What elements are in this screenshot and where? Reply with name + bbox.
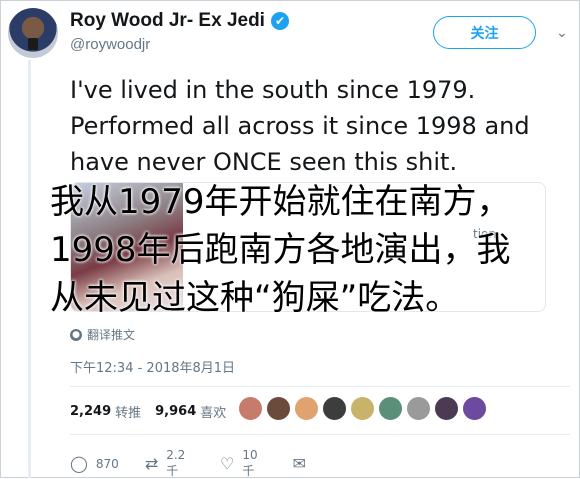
reply-icon: ◯ — [70, 454, 88, 473]
mail-icon: ✉ — [292, 454, 306, 473]
liker-avatar[interactable] — [406, 396, 431, 421]
retweet-count[interactable]: 2,249 — [70, 404, 111, 419]
divider — [70, 434, 570, 435]
translation-overlay: 我从1979年开始就住在南方， 1998年后跑南方各地演出，我 从未见过这种“狗… — [50, 178, 570, 322]
tweet-line: have never ONCE seen this shit. — [70, 148, 458, 176]
follow-button[interactable]: 关注 — [433, 16, 536, 49]
retweet-action-count: 2.2千 — [166, 448, 186, 478]
liker-avatar[interactable] — [462, 396, 487, 421]
tweet-actions: ◯ 870 ⇄ 2.2千 ♡ 10千 ✉ — [70, 448, 340, 479]
like-count[interactable]: 9,964 — [155, 404, 196, 419]
liker-avatars — [238, 396, 490, 421]
microphone-icon — [28, 38, 38, 50]
chevron-down-icon[interactable]: ⌄ — [556, 25, 568, 41]
user-handle[interactable]: @roywoodjr — [70, 36, 150, 53]
verified-badge-icon: ✔ — [270, 12, 289, 30]
liker-avatar[interactable] — [266, 396, 291, 421]
display-name[interactable]: Roy Wood Jr- Ex Jedi — [70, 10, 265, 32]
tweet-text: I've lived in the south since 1979. Perf… — [70, 72, 570, 180]
like-label[interactable]: 喜欢 — [200, 402, 226, 421]
globe-icon: ● — [70, 328, 82, 341]
tweet-line: Performed all across it since 1998 and — [70, 112, 530, 140]
retweet-button[interactable]: ⇄ 2.2千 — [145, 448, 194, 479]
timestamp[interactable]: 下午12:34 - 2018年8月1日 — [70, 357, 235, 376]
liker-avatar[interactable] — [322, 396, 347, 421]
liker-avatar[interactable] — [350, 396, 375, 421]
liker-avatar[interactable] — [378, 396, 403, 421]
avatar[interactable] — [8, 8, 58, 58]
liker-avatar[interactable] — [434, 396, 459, 421]
user-name-row[interactable]: Roy Wood Jr- Ex Jedi ✔ — [70, 10, 289, 32]
engagement-stats: 2,249 转推 9,964 喜欢 — [70, 402, 240, 421]
like-button[interactable]: ♡ 10千 — [220, 448, 267, 479]
message-button[interactable]: ✉ — [293, 454, 314, 473]
translate-label[interactable]: 翻译推文 — [87, 326, 135, 343]
reply-count: 870 — [95, 456, 119, 471]
retweet-label[interactable]: 转推 — [115, 402, 141, 421]
divider — [70, 386, 570, 387]
heart-icon: ♡ — [220, 454, 235, 473]
overlay-line: 我从1979年开始就住在南方， — [50, 182, 511, 222]
translate-tweet-link[interactable]: ● 翻译推文 — [70, 326, 135, 343]
overlay-line: 从未见过这种“狗屎”吃法。 — [50, 278, 460, 318]
tweet-line: I've lived in the south since 1979. — [70, 76, 476, 104]
liker-avatar[interactable] — [238, 396, 263, 421]
reply-button[interactable]: ◯ 870 — [70, 454, 119, 473]
retweet-icon: ⇄ — [144, 454, 159, 473]
like-action-count: 10千 — [242, 448, 258, 478]
liker-avatar[interactable] — [294, 396, 319, 421]
thread-line — [28, 60, 31, 478]
overlay-line: 1998年后跑南方各地演出，我 — [50, 230, 511, 270]
